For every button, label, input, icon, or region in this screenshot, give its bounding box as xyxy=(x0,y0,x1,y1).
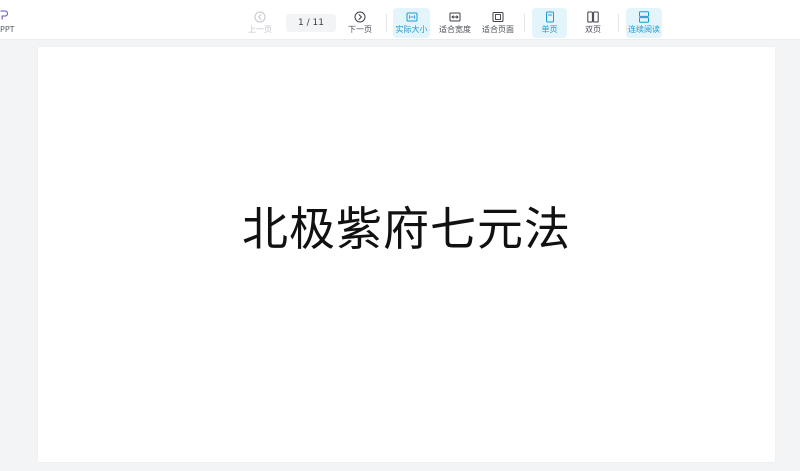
fit-page-label: 适合页面 xyxy=(482,25,514,34)
fit-page-icon xyxy=(492,12,504,22)
brand-label: PPT xyxy=(0,25,15,34)
toolbar-divider xyxy=(618,14,619,32)
ppt-logo-icon xyxy=(0,10,8,20)
actual-size-button[interactable]: 实际大小 xyxy=(393,8,430,38)
prev-page-label: 上一页 xyxy=(248,25,272,34)
double-page-icon xyxy=(587,11,599,23)
prev-page-button[interactable]: 上一页 xyxy=(243,8,277,38)
fit-page-button[interactable]: 适合页面 xyxy=(479,8,517,38)
next-page-label: 下一页 xyxy=(348,25,372,34)
brand[interactable]: PPT xyxy=(0,10,22,36)
continuous-read-label: 连续阅读 xyxy=(628,25,660,34)
fit-width-icon xyxy=(449,12,461,22)
next-page-button[interactable]: 下一页 xyxy=(343,8,377,38)
double-page-button[interactable]: 双页 xyxy=(576,8,610,38)
arrow-right-circle-icon xyxy=(354,11,366,23)
actual-size-icon xyxy=(406,12,417,22)
slide-page: 北极紫府七元法 xyxy=(38,47,775,462)
arrow-left-circle-icon xyxy=(254,11,266,23)
slide-title: 北极紫府七元法 xyxy=(242,202,571,256)
single-page-icon xyxy=(545,11,554,23)
toolbar-divider xyxy=(524,14,525,32)
fit-width-button[interactable]: 适合宽度 xyxy=(436,8,474,38)
page-indicator[interactable]: 1 / 11 xyxy=(286,14,336,32)
viewer-toolbar: PPT 上一页 1 / 11 下一页 实际大小 适合宽度 适合页面 单页 双页 … xyxy=(0,0,800,40)
single-page-button[interactable]: 单页 xyxy=(532,8,567,38)
toolbar-divider xyxy=(386,14,387,32)
continuous-read-icon xyxy=(639,11,649,23)
actual-size-label: 实际大小 xyxy=(395,25,428,34)
continuous-read-button[interactable]: 连续阅读 xyxy=(626,8,662,38)
single-page-label: 单页 xyxy=(541,25,558,34)
fit-width-label: 适合宽度 xyxy=(439,25,471,34)
double-page-label: 双页 xyxy=(585,25,601,34)
